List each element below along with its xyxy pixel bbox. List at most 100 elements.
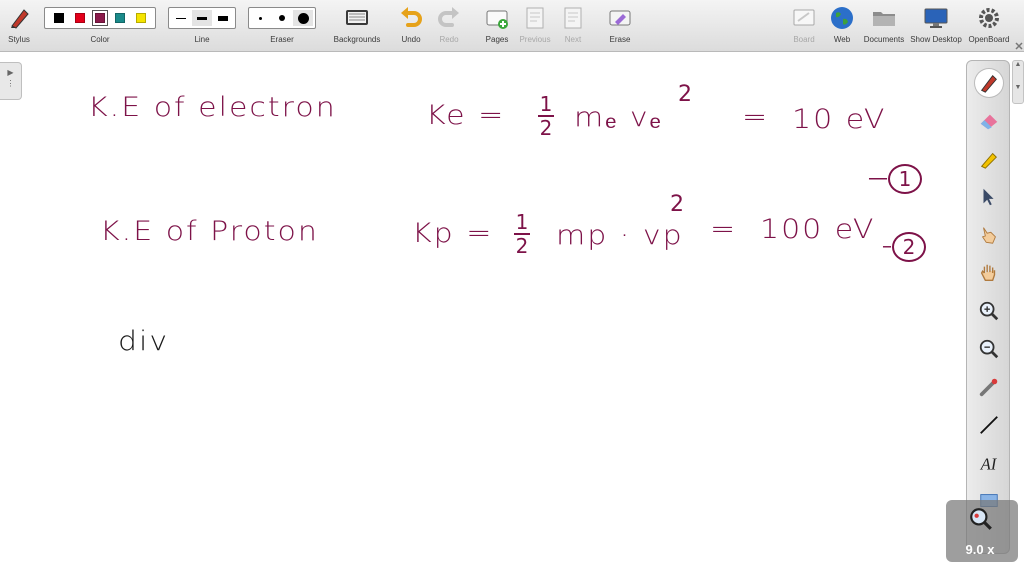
stylus-button[interactable]: Stylus [4,0,34,50]
undo-button[interactable]: Undo [396,0,426,50]
erase-page-icon [609,10,631,26]
stylus-palette: AI [966,60,1010,554]
magnifier-zoom-level: 9.0 x [965,542,995,557]
stylus-icon [11,9,29,29]
proton-ke-value: 100 eV [760,213,876,246]
color-swatch-black[interactable] [54,13,65,23]
folder-icon [873,12,895,26]
magnifier-overlay[interactable]: 9.0 x [946,500,1018,562]
proton-equals: = [710,213,738,246]
palette-scroll-strip[interactable]: ▲ ▼ [1012,60,1024,104]
eraser-group: Eraser [248,0,316,50]
erase-label: Erase [609,35,631,44]
color-label: Color [90,35,110,44]
arrow-cursor-icon [983,188,994,206]
left-palette-toggle[interactable]: ▶ ⋮ [0,62,22,100]
grip-icon: ⋮ [6,79,15,88]
pen-icon [980,74,997,93]
proton-ke-label: K.E of Proton [100,215,319,248]
pointing-hand-icon [981,227,996,244]
laser-pointer-tool[interactable] [975,373,1003,401]
globe-icon [831,7,853,29]
color-group: Color [44,0,156,50]
triangle-right-icon: ▶ [7,68,14,77]
laser-pointer-icon [979,378,998,397]
zoom-out-tool[interactable] [975,335,1003,363]
electron-ke-rhs: mₑ vₑ [574,101,663,134]
next-button[interactable]: Next [558,0,588,50]
color-swatch-teal[interactable] [115,13,126,23]
openboard-button[interactable]: OpenBoard [966,0,1012,50]
svg-text:AI: AI [980,454,998,473]
line-label: Line [194,35,210,44]
proton-fraction: 1 2 [514,212,530,256]
board-icon [793,9,815,26]
interactor-tool[interactable] [975,221,1003,249]
add-page-icon [486,10,508,29]
electron-ke-value: 10 eV [792,103,887,136]
eraser-icon [980,114,998,130]
eraser-large-option[interactable] [293,10,314,26]
div-note: div [118,325,170,358]
line-thick-option[interactable] [213,10,233,26]
erase-button[interactable]: Erase [604,0,636,50]
color-swatch-yellow[interactable] [135,13,146,23]
selector-tool[interactable] [975,183,1003,211]
marker-tool[interactable] [975,145,1003,173]
redo-label: Redo [439,35,459,44]
line-thin-option[interactable] [171,10,191,26]
triangle-down-icon: ▼ [1014,84,1022,91]
close-button[interactable] [1014,38,1024,50]
web-button[interactable]: Web [826,0,858,50]
proton-fraction-denominator: 2 [515,234,529,258]
color-swatches [44,7,156,29]
line-options [168,7,236,29]
electron-fraction-denominator: 2 [539,116,553,140]
previous-page-icon [526,7,544,29]
redo-button[interactable]: Redo [434,0,464,50]
line-icon [980,416,998,434]
documents-button[interactable]: Documents [864,0,904,50]
hand-tool[interactable] [975,259,1003,287]
eraser-medium-option[interactable] [272,10,292,26]
eraser-tool[interactable] [975,107,1003,135]
web-label: Web [833,35,851,44]
line-medium-option[interactable] [191,10,212,26]
eraser-small-option[interactable] [251,10,271,26]
proton-velocity-exponent: 2 [670,192,684,217]
zoom-in-icon [979,301,999,321]
proton-ke-rhs: mp · vp [556,219,684,252]
eraser-label: Eraser [270,35,294,44]
hand-icon [980,264,996,282]
zoom-in-tool[interactable] [975,297,1003,325]
electron-fraction-numerator: 1 [539,92,553,116]
gear-icon [979,8,999,28]
backgrounds-button[interactable]: Backgrounds [330,0,384,50]
pages-button[interactable]: Pages [482,0,512,50]
line-group: Line [168,0,236,50]
proton-ke-lhs: Kp = [412,217,494,250]
highlighter-icon [980,152,997,169]
board-button[interactable]: Board [788,0,820,50]
electron-equals: = [742,101,770,134]
electron-ke-label: K.E of electron [88,91,337,124]
openboard-label: OpenBoard [968,35,1010,44]
color-swatch-maroon[interactable] [91,10,108,26]
whiteboard-canvas[interactable]: K.E of electron Ke = 1 2 mₑ vₑ 2 = 10 eV… [30,56,960,566]
undo-icon [401,7,422,27]
pages-label: Pages [485,35,509,44]
line-tool[interactable] [975,411,1003,439]
previous-button[interactable]: Previous [518,0,552,50]
close-icon [1015,42,1023,50]
main-toolbar: Stylus Color Line Eraser Backgrounds Und… [0,0,1024,52]
text-tool[interactable]: AI [975,449,1003,477]
next-label: Next [564,35,582,44]
undo-label: Undo [401,35,421,44]
show-desktop-button[interactable]: Show Desktop [910,0,962,50]
zoom-out-icon [979,339,999,359]
pen-tool[interactable] [975,69,1003,97]
show-desktop-label: Show Desktop [910,35,962,44]
previous-label: Previous [519,35,551,44]
documents-label: Documents [863,35,905,44]
color-swatch-red[interactable] [74,13,85,23]
